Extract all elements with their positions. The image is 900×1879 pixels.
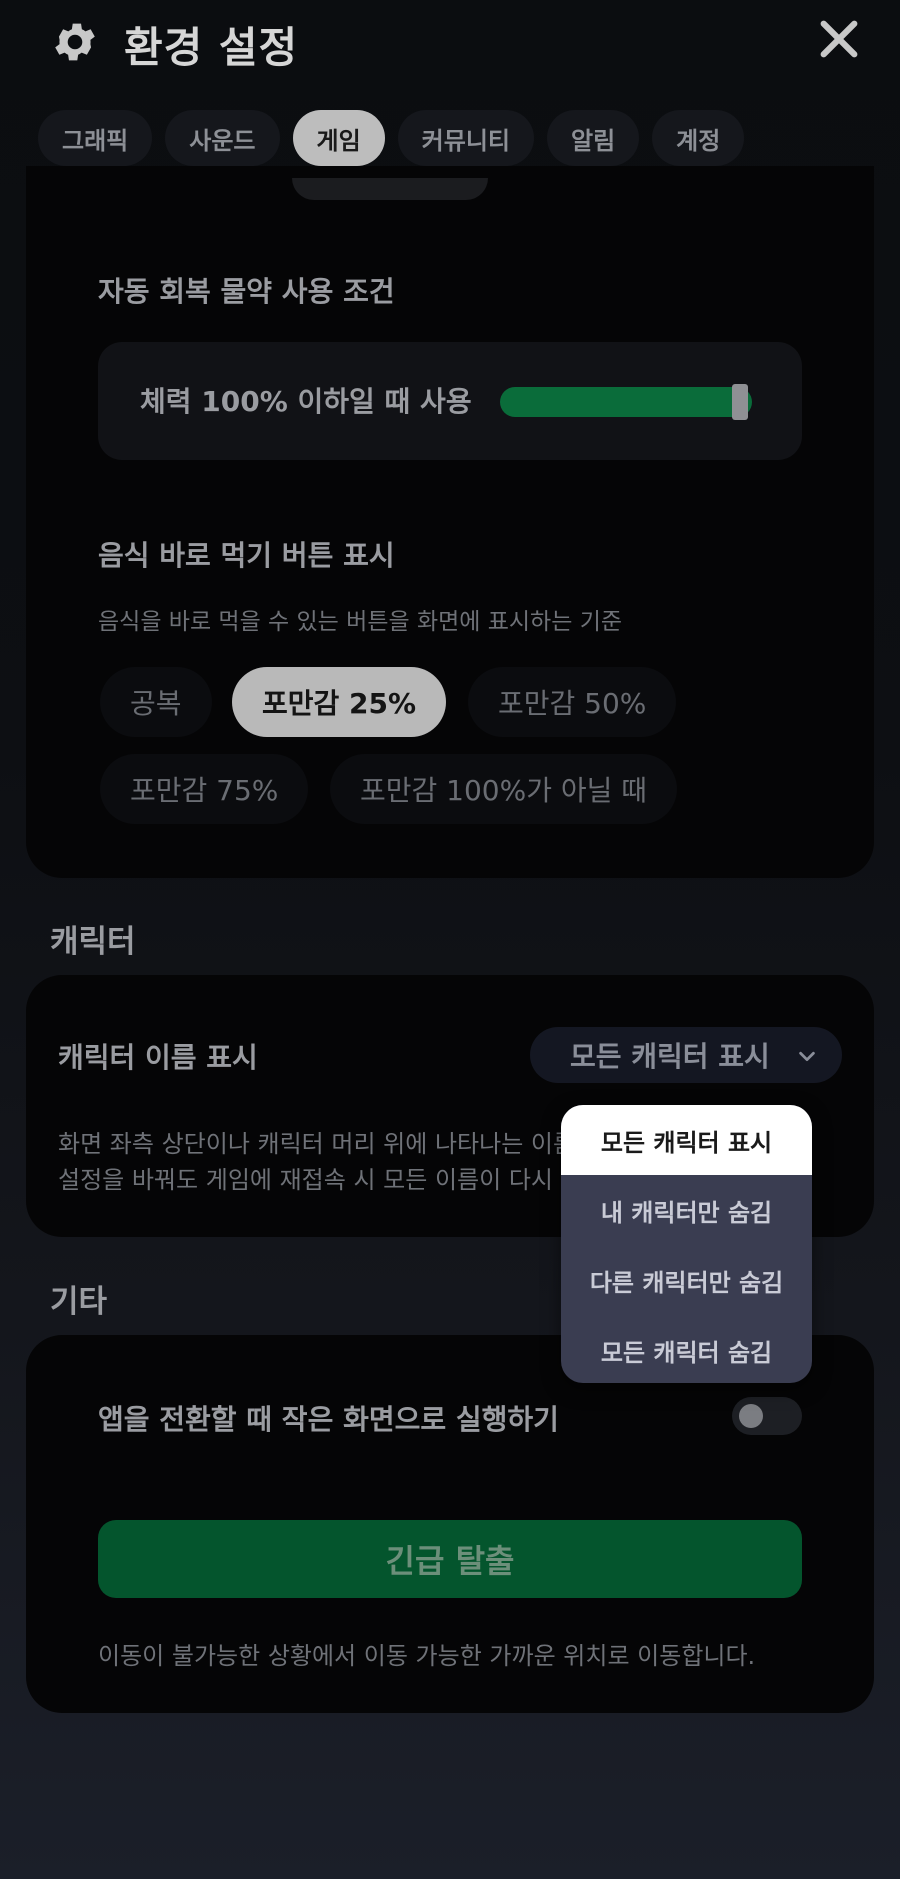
character-section-label: 캐릭터: [50, 924, 136, 960]
food-option-75[interactable]: 포만감 75%: [100, 754, 309, 824]
food-option-50[interactable]: 포만감 50%: [468, 667, 677, 737]
tab-graphics[interactable]: 그래픽: [38, 110, 153, 166]
settings-tabs: 그래픽 사운드 게임 커뮤니티 알림 계정: [38, 110, 745, 166]
pip-label: 앱을 전환할 때 작은 화면으로 실행하기: [98, 1403, 559, 1436]
tab-game[interactable]: 게임: [292, 110, 385, 166]
menu-item-hide-mine[interactable]: 내 캐릭터만 숨김: [561, 1175, 812, 1245]
tab-sound[interactable]: 사운드: [165, 110, 280, 166]
character-description-1: 화면 좌측 상단이나 캐릭터 머리 위에 나타나는 이름: [58, 1130, 576, 1158]
gear-icon: [55, 23, 95, 61]
food-description: 음식을 바로 먹을 수 있는 버튼을 화면에 표시하는 기준: [98, 609, 623, 635]
potion-title: 자동 회복 물약 사용 조건: [98, 275, 395, 308]
character-name-menu: 모든 캐릭터 표시 내 캐릭터만 숨김 다른 캐릭터만 숨김 모든 캐릭터 숨김: [561, 1105, 812, 1383]
potion-slider-track[interactable]: [500, 387, 752, 417]
potion-slider-label: 체력 100% 이하일 때 사용: [140, 385, 472, 418]
character-name-label: 캐릭터 이름 표시: [58, 1041, 258, 1074]
potion-slider-row: 체력 100% 이하일 때 사용: [98, 342, 802, 460]
character-description-2: 설정을 바꿔도 게임에 재접속 시 모든 이름이 다시 표: [58, 1166, 583, 1194]
tab-account[interactable]: 계정: [652, 110, 745, 166]
food-option-25[interactable]: 포만감 25%: [232, 667, 447, 737]
escape-description: 이동이 불가능한 상황에서 이동 가능한 가까운 위치로 이동합니다.: [98, 1642, 756, 1670]
tab-notifications[interactable]: 알림: [547, 110, 640, 166]
character-name-dropdown[interactable]: 모든 캐릭터 표시: [530, 1027, 842, 1083]
food-title: 음식 바로 먹기 버튼 표시: [98, 539, 395, 572]
toggle-knob: [739, 1404, 763, 1428]
food-option-not-full[interactable]: 포만감 100%가 아닐 때: [330, 754, 678, 824]
potion-slider-thumb[interactable]: [732, 384, 748, 420]
chevron-down-icon: [799, 1051, 815, 1062]
dropdown-value: 모든 캐릭터 표시: [570, 1040, 770, 1073]
pip-toggle[interactable]: [732, 1397, 802, 1435]
other-section-label: 기타: [50, 1284, 108, 1320]
page-title: 환경 설정: [124, 23, 299, 72]
menu-item-show-all[interactable]: 모든 캐릭터 표시: [561, 1105, 812, 1175]
tab-community[interactable]: 커뮤니티: [397, 110, 534, 166]
menu-item-hide-all[interactable]: 모든 캐릭터 숨김: [561, 1315, 812, 1383]
menu-item-hide-others[interactable]: 다른 캐릭터만 숨김: [561, 1245, 812, 1315]
settings-header: 환경 설정: [0, 0, 900, 82]
previous-option-chip[interactable]: [292, 178, 488, 200]
food-option-hungry[interactable]: 공복: [100, 667, 212, 737]
emergency-escape-button[interactable]: 긴급 탈출: [98, 1520, 802, 1598]
close-icon[interactable]: [816, 16, 862, 62]
